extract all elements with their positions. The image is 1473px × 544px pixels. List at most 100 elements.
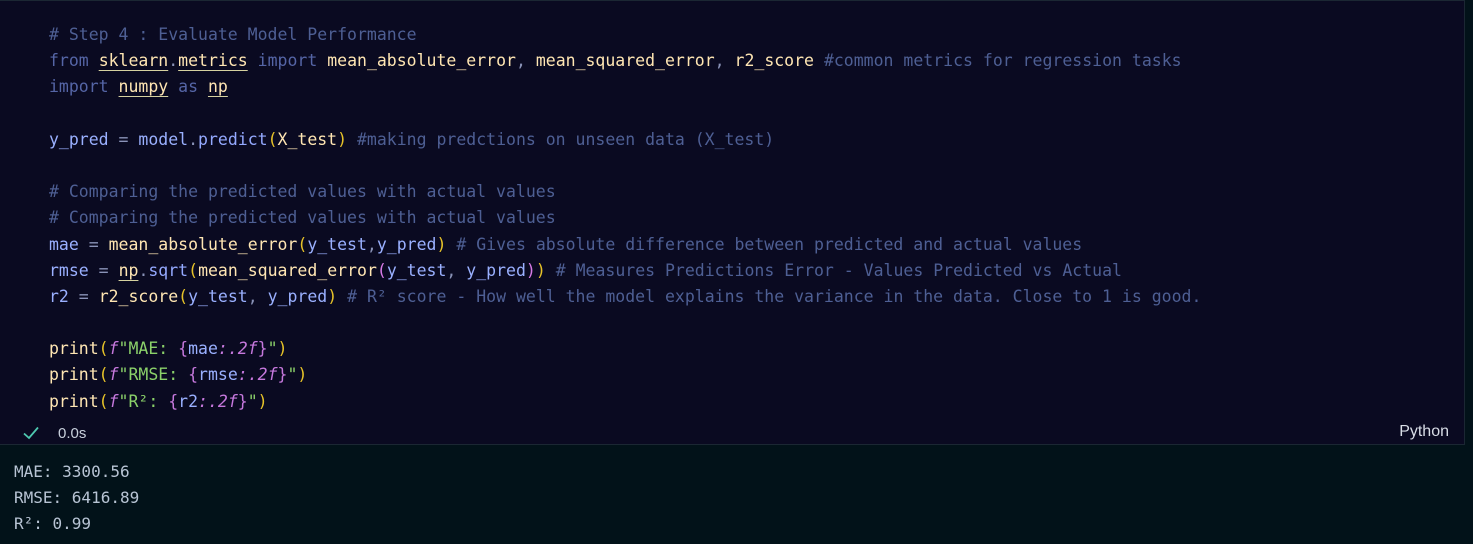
code-token: predict	[198, 129, 268, 149]
code-token: np	[207, 77, 228, 97]
code-cell[interactable]: # Step 4 : Evaluate Model Performance fro…	[0, 0, 1465, 445]
cell-output: MAE: 3300.56 RMSE: 6416.89 R²: 0.99	[14, 459, 139, 537]
code-token: )	[297, 365, 308, 385]
code-token: ,	[366, 234, 377, 254]
code-token: f	[108, 391, 119, 411]
code-token: (	[98, 365, 109, 385]
code-token: .	[138, 260, 149, 280]
code-token: f	[108, 339, 119, 359]
code-editor[interactable]: # Step 4 : Evaluate Model Performance fro…	[49, 22, 1201, 415]
code-token: sklearn	[98, 51, 169, 71]
code-token: r2	[178, 391, 199, 411]
code-token: )	[327, 286, 338, 306]
code-token: # Comparing the predicted values with ac…	[49, 182, 556, 202]
code-token: numpy	[118, 77, 169, 97]
code-token: mean_absolute_error	[108, 234, 298, 254]
code-token: =	[108, 129, 139, 149]
language-selector[interactable]: Python	[1399, 423, 1449, 441]
code-token: import	[257, 51, 318, 71]
code-token: }	[237, 391, 248, 411]
code-token: print	[49, 391, 99, 411]
code-token: ,	[515, 51, 536, 71]
code-token: :.2f	[217, 339, 258, 359]
code-line: print(f"RMSE: {rmse:.2f}")	[49, 362, 1201, 388]
output-line: RMSE: 6416.89	[14, 488, 140, 507]
code-token: =	[78, 234, 109, 254]
code-token: f	[108, 365, 119, 385]
code-token: (	[178, 286, 189, 306]
code-token: ,	[714, 51, 735, 71]
code-token: y_pred	[466, 260, 526, 280]
code-token: (	[376, 260, 387, 280]
code-line: r2 = r2_score(y_test, y_pred) # R² score…	[49, 284, 1201, 310]
code-token: }	[257, 339, 268, 359]
code-token: print	[49, 365, 99, 385]
code-token: "	[287, 365, 298, 385]
code-token: :.2f	[198, 391, 238, 411]
code-token: mae	[188, 339, 218, 359]
code-token: np	[118, 260, 139, 280]
code-token: #common metrics for regression tasks	[823, 51, 1182, 71]
code-token: {	[178, 339, 189, 359]
code-token: y_pred	[376, 234, 437, 254]
code-token: {	[188, 365, 199, 385]
code-token: ,	[247, 286, 268, 306]
code-token: .	[188, 129, 199, 149]
code-token: rmse	[49, 260, 89, 280]
code-token: import	[49, 77, 109, 97]
code-token: model	[138, 129, 189, 149]
code-token: print	[49, 339, 99, 359]
code-token: r2_score	[734, 51, 814, 71]
code-line: y_pred = model.predict(X_test) #making p…	[49, 127, 1201, 153]
code-line: from sklearn.metrics import mean_absolut…	[49, 48, 1201, 74]
code-token: (	[98, 339, 109, 359]
code-token: =	[68, 286, 99, 306]
code-token: "MAE:	[118, 339, 179, 359]
code-token: metrics	[178, 51, 248, 71]
code-token: X_test	[277, 129, 338, 149]
code-token: mean_squared_error	[198, 260, 377, 280]
code-line: print(f"MAE: {mae:.2f}")	[49, 336, 1201, 362]
code-token: :.2f	[237, 365, 278, 385]
code-token: )	[535, 260, 546, 280]
code-token: mean_absolute_error	[327, 51, 516, 71]
output-line: MAE: 3300.56	[14, 462, 130, 481]
code-token: r2_score	[98, 286, 179, 306]
code-token: )	[277, 339, 288, 359]
code-token: rmse	[198, 365, 238, 385]
code-token: # Step 4 : Evaluate Model Performance	[49, 25, 417, 44]
code-token: y_test	[307, 234, 367, 254]
code-token: mean_squared_error	[535, 51, 715, 71]
code-token: (	[267, 129, 278, 149]
code-token: "	[267, 339, 278, 359]
code-token: r2	[49, 286, 69, 306]
code-token: # Gives absolute difference between pred…	[456, 234, 1083, 254]
code-token: "	[247, 391, 258, 411]
code-token: )	[525, 260, 536, 280]
code-line: import numpy as np	[49, 74, 1201, 100]
code-line: # Step 4 : Evaluate Model Performance	[49, 22, 1201, 48]
code-token: (	[188, 260, 199, 280]
code-token: mae	[49, 234, 79, 254]
code-line: # Comparing the predicted values with ac…	[49, 205, 1201, 231]
execution-time: 0.0s	[58, 424, 87, 442]
cell-status: 0.0s	[22, 421, 86, 445]
code-token: y_test	[386, 260, 447, 280]
code-token: #making predctions on unseen data (X_tes…	[357, 129, 775, 149]
output-line: R²: 0.99	[14, 514, 92, 533]
code-line: print(f"R²: {r2:.2f}")	[49, 389, 1201, 415]
code-token: # R² score - How well the model explains…	[347, 286, 1202, 306]
